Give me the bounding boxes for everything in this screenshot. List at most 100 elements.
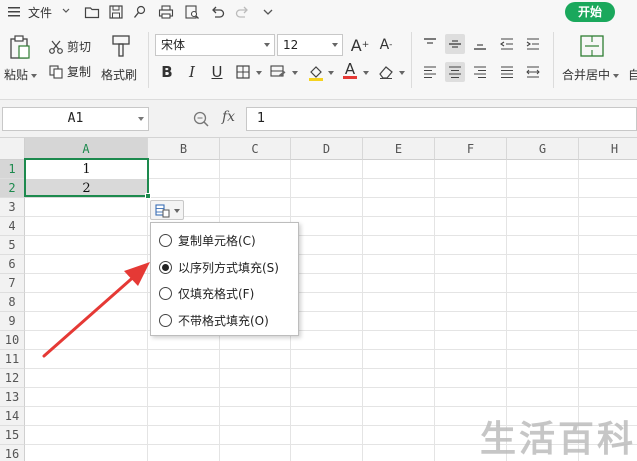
format-painter-button[interactable]: 格式刷 [101,66,137,83]
paste-dropdown-icon[interactable] [31,73,38,78]
open-folder-icon[interactable] [84,4,100,20]
column-header-f[interactable]: F [435,138,507,160]
italic-button[interactable]: I [182,62,202,82]
fill-color-button[interactable] [306,62,326,82]
column-header-d[interactable]: D [291,138,363,160]
radio-copy-cells[interactable] [159,233,172,247]
autofill-option-fill-formatting-only[interactable]: 仅填充格式(F) [159,283,254,303]
fill-color-dropdown-icon[interactable] [328,71,334,75]
cell-style-dropdown-icon[interactable] [292,71,298,75]
row-header-8[interactable]: 8 [0,293,25,312]
ribbon-overflow-item[interactable]: 自 [628,66,637,83]
align-middle-button[interactable] [445,34,465,54]
cut-button[interactable]: 剪切 [48,38,91,55]
print-icon[interactable] [158,4,174,20]
row-header-10[interactable]: 10 [0,331,25,350]
row-header-13[interactable]: 13 [0,388,25,407]
radio-fill-series[interactable] [159,260,172,274]
paste-button[interactable]: 粘贴 [4,66,38,83]
border-dropdown-icon[interactable] [256,71,262,75]
font-color-button[interactable]: A [340,60,360,80]
underline-button[interactable]: U [207,62,227,82]
grid-row-line [25,406,637,407]
decrease-indent-button[interactable] [497,34,517,54]
radio-fill-formatting-only[interactable] [159,286,172,300]
font-name-select[interactable]: 宋体 [155,34,275,56]
column-header-e[interactable]: E [363,138,435,160]
row-header-11[interactable]: 11 [0,350,25,369]
row-header-15[interactable]: 15 [0,426,25,445]
spreadsheet-grid[interactable]: ABCDEFGH 1 2 3 4 5 6 7 8 9 10 11 12 13 14 15 16 1 2 复制单… [0,138,637,461]
grid-row-line [25,311,637,312]
autofill-option-fill-series[interactable]: 以序列方式填充(S) [159,257,279,277]
redo-icon[interactable] [234,4,250,20]
column-header-a[interactable]: A [25,138,148,160]
row-header-6[interactable]: 6 [0,255,25,274]
distribute-button[interactable] [523,62,543,82]
row-header-7[interactable]: 7 [0,274,25,293]
copy-button[interactable]: 复制 [48,63,91,80]
row-header-1[interactable]: 1 [0,160,25,179]
cell-a1[interactable]: 1 [25,160,148,179]
font-size-select[interactable]: 12 [277,34,343,56]
fx-icon[interactable]: fx [222,109,235,125]
format-painter-icon[interactable] [110,34,132,60]
select-all-corner[interactable] [0,138,25,160]
clear-format-button[interactable] [376,62,396,82]
column-header-h[interactable]: H [579,138,637,160]
row-header-2[interactable]: 2 [0,179,25,198]
align-right-button[interactable] [470,62,490,82]
shrink-font-button[interactable]: A- [376,35,396,55]
customize-toolbar-chevron-icon[interactable] [260,4,276,20]
row-header-5[interactable]: 5 [0,236,25,255]
merge-center-button[interactable]: 合并居中 [562,66,620,83]
justify-button[interactable] [497,62,517,82]
fill-handle[interactable] [145,193,151,199]
grow-font-button[interactable]: A + [350,35,370,55]
align-left-button[interactable] [420,62,440,82]
row-header-3[interactable]: 3 [0,198,25,217]
merge-center-icon[interactable] [579,34,605,58]
align-top-button[interactable] [420,34,440,54]
save-icon[interactable] [108,4,124,20]
align-bottom-button[interactable] [470,34,490,54]
autofill-option-fill-without-formatting[interactable]: 不带格式填充(O) [159,310,269,330]
row-header-16[interactable]: 16 [0,445,25,461]
hamburger-menu-icon[interactable] [6,4,22,20]
increase-indent-button[interactable] [523,34,543,54]
print-preview-icon[interactable] [184,4,200,20]
clear-format-dropdown-icon[interactable] [399,71,405,75]
export-pdf-icon[interactable] [132,4,148,20]
radio-fill-without-formatting[interactable] [159,313,172,327]
paste-icon[interactable] [8,34,32,60]
file-menu[interactable]: 文件 [28,4,52,21]
row-header-4[interactable]: 4 [0,217,25,236]
formula-bar: A1 fx 1 [0,100,637,138]
cell-style-button[interactable] [268,62,288,82]
merge-center-dropdown-icon[interactable] [613,73,620,78]
font-color-dropdown-icon[interactable] [363,71,369,75]
row-header-9[interactable]: 9 [0,312,25,331]
column-header-c[interactable]: C [220,138,291,160]
grid-row-line [25,254,637,255]
column-header-b[interactable]: B [148,138,220,160]
grid-column-line [147,160,148,461]
decrease-indent-icon [500,38,513,50]
column-header-g[interactable]: G [507,138,579,160]
font-color-swatch [343,75,357,79]
zoom-icon[interactable] [192,110,210,128]
name-box[interactable]: A1 [2,107,149,131]
bold-button[interactable]: B [157,62,177,82]
start-tab-button[interactable]: 开始 [565,2,615,22]
autofill-option-copy-cells[interactable]: 复制单元格(C) [159,230,256,250]
row-header-12[interactable]: 12 [0,369,25,388]
formula-input[interactable]: 1 [246,107,637,131]
row-header-14[interactable]: 14 [0,407,25,426]
chevron-down-icon[interactable] [60,5,72,17]
cell-a2[interactable]: 2 [25,179,148,198]
border-button[interactable] [233,62,253,82]
align-left-icon [424,66,436,78]
undo-icon[interactable] [210,4,226,20]
align-center-button[interactable] [445,62,465,82]
autofill-options-button[interactable] [150,200,184,220]
